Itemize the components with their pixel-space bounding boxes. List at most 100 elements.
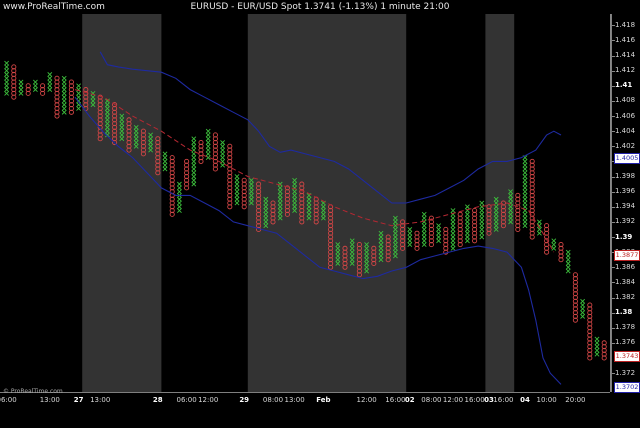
- time-tick-label: 16:00: [464, 396, 485, 404]
- pf-x-mark: [191, 174, 197, 179]
- pf-x-mark: [61, 102, 67, 108]
- pf-x-mark: [76, 90, 82, 96]
- pf-x-mark: [522, 215, 528, 221]
- time-tick-label: 08:00: [421, 396, 442, 404]
- price-tick-label: 1.372: [615, 368, 636, 377]
- pf-x-mark: [450, 215, 456, 221]
- pf-x-mark: [479, 230, 485, 236]
- date-tick-label: 29: [239, 396, 250, 404]
- price-tick-label: 1.384: [615, 277, 636, 286]
- pf-x-mark: [176, 204, 182, 210]
- pf-x-mark: [522, 170, 528, 176]
- pf-x-mark: [565, 249, 571, 255]
- price-axis[interactable]: 1.418 1.416 1.414 1.412 1.41 1.408 1.406 1.404 1…: [611, 14, 640, 394]
- pf-x-mark: [594, 340, 600, 346]
- pf-x-mark: [4, 75, 10, 81]
- pf-x-mark: [450, 238, 456, 244]
- pf-x-mark: [551, 242, 557, 247]
- pf-x-mark: [565, 257, 571, 263]
- date-tick-label: 28: [152, 396, 163, 404]
- pf-x-mark: [4, 83, 10, 89]
- pf-x-mark: [522, 185, 528, 191]
- pf-x-mark: [464, 227, 470, 232]
- price-tick-label: 1.406: [615, 111, 636, 120]
- date-tick-label: 27: [73, 396, 84, 404]
- pf-x-mark: [551, 245, 557, 251]
- pf-x-mark: [464, 204, 470, 210]
- pf-x-mark: [47, 75, 53, 81]
- pf-x-mark: [191, 140, 197, 145]
- pf-x-mark: [191, 170, 197, 176]
- pf-x-mark: [436, 223, 442, 229]
- pf-x-mark: [580, 298, 586, 304]
- pf-x-mark: [176, 200, 182, 206]
- time-tick-label: 13:00: [90, 396, 111, 404]
- pf-x-mark: [47, 79, 53, 85]
- pf-x-mark: [220, 143, 226, 149]
- pf-x-mark: [191, 147, 197, 153]
- pf-x-mark: [176, 185, 182, 191]
- pf-x-mark: [565, 264, 571, 270]
- pf-x-mark: [18, 79, 24, 85]
- pf-x-mark: [205, 151, 211, 157]
- pf-x-mark: [436, 234, 442, 240]
- pf-x-mark: [565, 253, 571, 259]
- pf-x-mark: [220, 151, 226, 157]
- pf-x-mark: [61, 79, 67, 85]
- price-badge: 1.3877: [614, 249, 640, 261]
- time-axis[interactable]: 06:0013:002713:002806:0012:002908:0013:0…: [0, 392, 610, 428]
- pf-x-mark: [479, 234, 485, 240]
- pf-x-mark: [407, 230, 413, 236]
- price-tick-label: 1.398: [615, 172, 636, 181]
- pf-x-mark: [421, 230, 427, 236]
- pf-x-mark: [61, 83, 67, 89]
- price-tick-label: 1.41: [615, 81, 633, 90]
- price-tick-label: 1.392: [615, 217, 636, 226]
- pf-x-mark: [61, 98, 67, 104]
- pf-x-mark: [162, 151, 168, 157]
- price-tick-label: 1.414: [615, 51, 636, 60]
- time-tick-label: 06:00: [176, 396, 197, 404]
- pf-x-mark: [522, 162, 528, 168]
- pf-x-mark: [522, 219, 528, 225]
- pf-x-mark: [479, 204, 485, 210]
- date-tick-label: 04: [520, 396, 530, 404]
- price-badge: 1.3743: [614, 351, 640, 363]
- pf-x-mark: [76, 106, 82, 111]
- pf-x-mark: [580, 313, 586, 319]
- price-tick-label: 1.408: [615, 96, 636, 105]
- pf-x-mark: [565, 268, 571, 274]
- pf-x-mark: [421, 242, 427, 247]
- pf-x-mark: [551, 238, 557, 244]
- pf-x-mark: [464, 219, 470, 225]
- pf-x-mark: [436, 230, 442, 236]
- pf-x-mark: [205, 143, 211, 149]
- pf-x-mark: [205, 128, 211, 134]
- pf-x-mark: [220, 147, 226, 153]
- pf-x-mark: [594, 348, 600, 353]
- pf-x-mark: [450, 208, 456, 213]
- price-tick-label: 1.394: [615, 202, 636, 211]
- pf-x-mark: [479, 215, 485, 221]
- pf-x-mark: [61, 87, 67, 93]
- pf-x-mark: [436, 238, 442, 244]
- pf-x-mark: [421, 215, 427, 221]
- pf-x-mark: [407, 234, 413, 240]
- pf-x-mark: [191, 162, 197, 168]
- pf-x-mark: [205, 147, 211, 153]
- time-tick-label: 06:00: [0, 396, 17, 404]
- pf-x-mark: [421, 223, 427, 229]
- time-tick-label: 12:00: [198, 396, 219, 404]
- plot-area[interactable]: [0, 14, 611, 392]
- pf-x-mark: [191, 136, 197, 142]
- pf-x-mark: [61, 106, 67, 111]
- session-band: [247, 14, 407, 392]
- pf-x-mark: [522, 174, 528, 179]
- time-tick-label: 12:00: [356, 396, 377, 404]
- pf-x-mark: [176, 181, 182, 187]
- price-tick-label: 1.416: [615, 35, 636, 44]
- pf-x-mark: [421, 238, 427, 244]
- pf-x-mark: [234, 181, 240, 187]
- pf-x-mark: [18, 90, 24, 96]
- pf-x-mark: [464, 211, 470, 217]
